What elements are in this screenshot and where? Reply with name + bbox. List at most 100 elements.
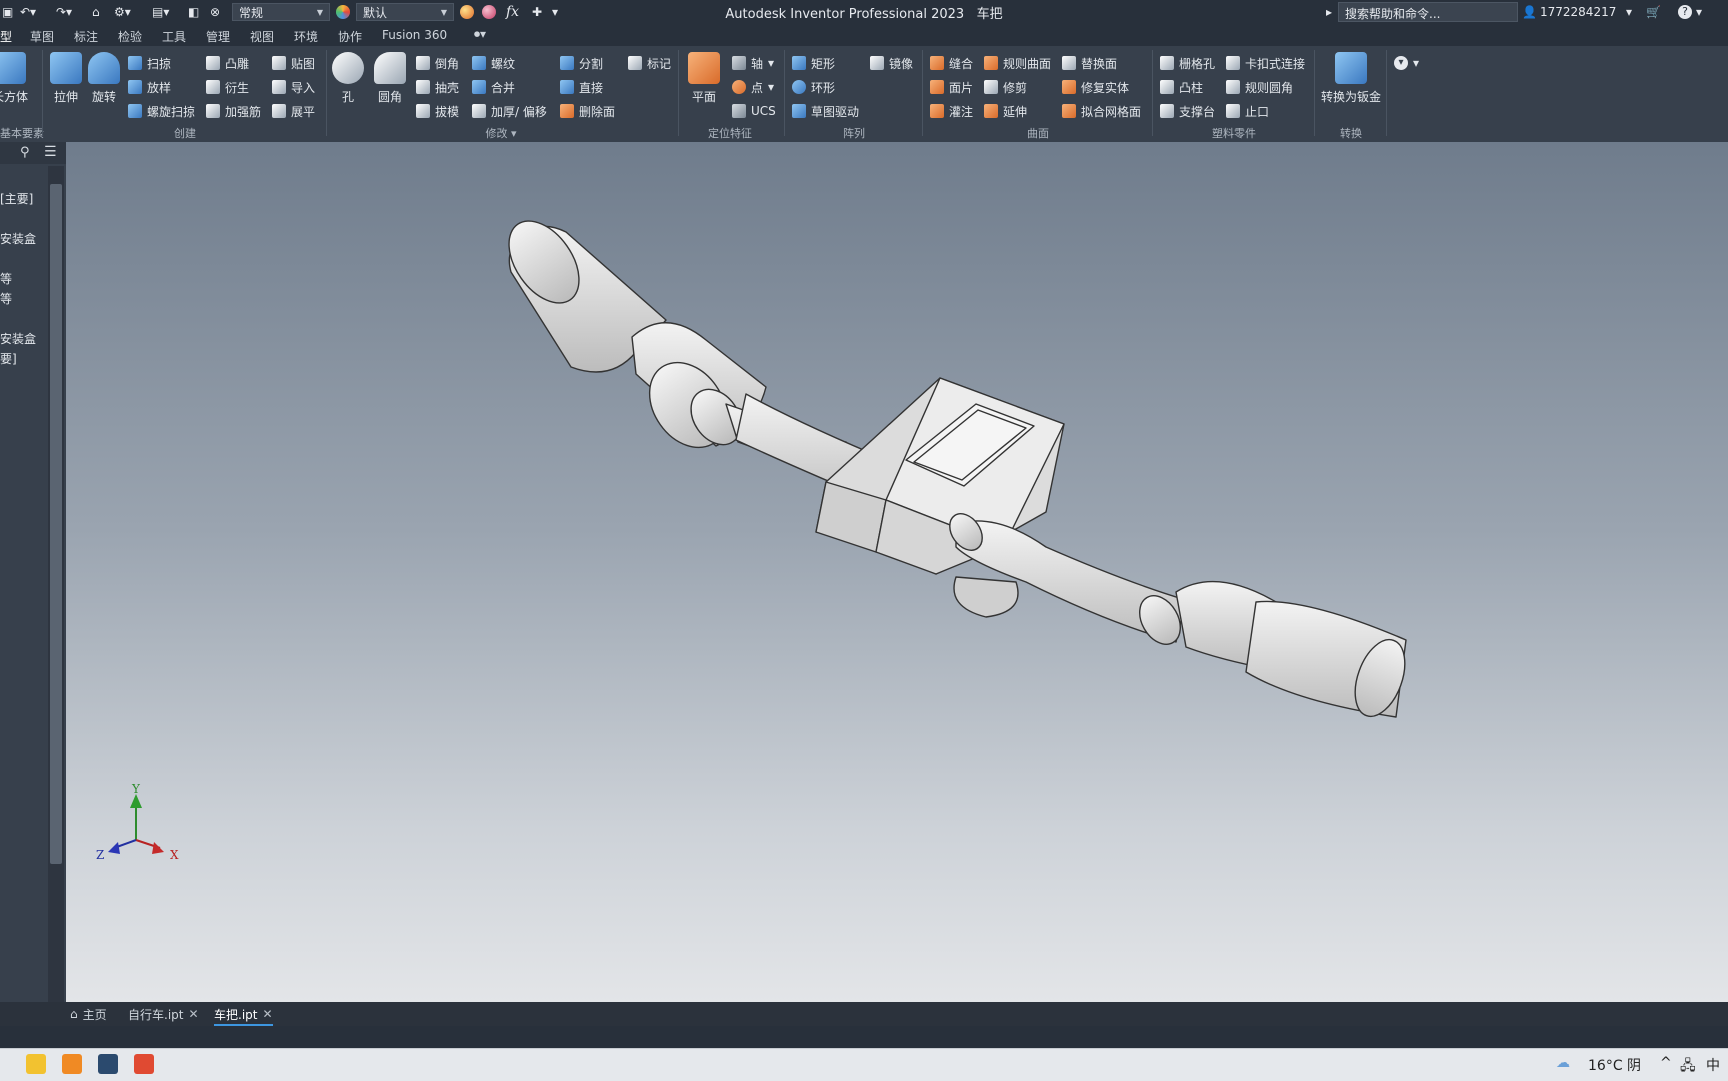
boss-button[interactable]: 凸柱 <box>1160 77 1203 97</box>
select-icon[interactable]: ▤▾ <box>152 3 169 21</box>
add-icon[interactable]: ✚ <box>532 3 542 21</box>
search-icon[interactable]: ⚲ <box>20 145 30 160</box>
loft-button[interactable]: 放样 <box>128 77 171 97</box>
qat-customize-icon[interactable]: ▾ <box>552 3 558 21</box>
convert-to-sheet-metal-button[interactable]: 转换为钣金 <box>1318 52 1384 105</box>
repair-bodies-button[interactable]: 修复实体 <box>1062 77 1129 97</box>
tab-collaborate[interactable]: 协作 <box>338 28 362 45</box>
chamfer-button[interactable]: 倒角 <box>416 53 459 73</box>
cart-icon[interactable]: 🛒 <box>1646 3 1661 21</box>
tab-tools[interactable]: 工具 <box>162 28 186 45</box>
ucs-button[interactable]: UCS <box>732 101 776 121</box>
box-button[interactable]: 长方体 <box>0 52 30 105</box>
ribbon-options-button[interactable]: ▾ ▾ <box>1394 53 1419 73</box>
rest-button[interactable]: 支撑台 <box>1160 101 1215 121</box>
browser-scroll-thumb[interactable] <box>50 184 62 864</box>
browser-item[interactable]: 等 <box>0 290 12 307</box>
mark-button[interactable]: 标记 <box>628 53 671 73</box>
lip-button[interactable]: 止口 <box>1226 101 1269 121</box>
fit-mesh-face-button[interactable]: 拟合网格面 <box>1062 101 1141 121</box>
tab-manage[interactable]: 管理 <box>206 28 230 45</box>
search-expand-icon[interactable]: ▸ <box>1326 3 1332 21</box>
browser-item[interactable]: 要] <box>0 350 17 367</box>
chevron-down-icon[interactable]: ▾ <box>1626 3 1632 21</box>
sweep-button[interactable]: 扫掠 <box>128 53 171 73</box>
ruled-surface-button[interactable]: 规则曲面 <box>984 53 1051 73</box>
mirror-button[interactable]: 镜像 <box>870 53 913 73</box>
extend-button[interactable]: 延伸 <box>984 101 1027 121</box>
graphics-viewport[interactable]: Y X Z <box>66 142 1728 1002</box>
home-icon[interactable]: ⌂ <box>92 3 100 21</box>
color-override-icon[interactable]: ⊗ <box>210 3 220 21</box>
weather-text[interactable]: 16°C 阴 <box>1588 1055 1641 1075</box>
circular-pattern-button[interactable]: 环形 <box>792 77 835 97</box>
sculpt-button[interactable]: 灌注 <box>930 101 973 121</box>
coil-button[interactable]: 螺旋扫掠 <box>128 101 195 121</box>
appearance-combo[interactable]: 常规 ▼ <box>232 3 330 21</box>
sketch-driven-pattern-button[interactable]: 草图驱动 <box>792 101 859 121</box>
emboss-button[interactable]: 凸雕 <box>206 53 249 73</box>
app-orange-icon[interactable] <box>62 1054 82 1074</box>
undo-icon[interactable]: ↶▾ <box>20 3 36 21</box>
tab-home[interactable]: ⌂ 主页 <box>70 1004 107 1024</box>
browser-item[interactable]: 安装盒 <box>0 230 36 247</box>
decal-button[interactable]: 贴图 <box>272 53 315 73</box>
fx-parameters-button[interactable]: fx <box>506 3 519 21</box>
revolve-button[interactable]: 旋转 <box>82 52 126 105</box>
stitch-button[interactable]: 缝合 <box>930 53 973 73</box>
plane-button[interactable]: 平面 <box>682 52 726 105</box>
tab-environments[interactable]: 环境 <box>294 28 318 45</box>
file-explorer-icon[interactable] <box>26 1054 46 1074</box>
help-icon[interactable]: ? ▾ <box>1678 3 1702 21</box>
draft-button[interactable]: 拔模 <box>416 101 459 121</box>
thread-button[interactable]: 螺纹 <box>472 53 515 73</box>
axis-triad[interactable]: Y X Z <box>86 782 186 872</box>
direct-edit-button[interactable]: 直接 <box>560 77 603 97</box>
combine-button[interactable]: 合并 <box>472 77 515 97</box>
browser-item[interactable]: 等 <box>0 270 12 287</box>
import-button[interactable]: 导入 <box>272 77 315 97</box>
hole-button[interactable]: 孔 <box>326 52 370 105</box>
rule-fillet-button[interactable]: 规则圆角 <box>1226 77 1293 97</box>
user-icon[interactable]: 👤 <box>1522 3 1537 21</box>
replace-face-button[interactable]: 替换面 <box>1062 53 1117 73</box>
snap-fit-button[interactable]: 卡扣式连接 <box>1226 53 1305 73</box>
inventor-icon[interactable] <box>98 1054 118 1074</box>
menu-icon[interactable]: ☰ <box>44 144 57 160</box>
panel-label-modify[interactable]: 修改 ▾ <box>476 125 526 141</box>
thicken-button[interactable]: 加厚/ 偏移 <box>472 101 547 121</box>
rib-button[interactable]: 加强筋 <box>206 101 261 121</box>
fillet-button[interactable]: 圆角 <box>368 52 412 105</box>
redo-icon[interactable]: ↷▾ <box>56 3 72 21</box>
chevron-up-icon[interactable]: ^ <box>1660 1055 1672 1071</box>
search-input[interactable]: 搜索帮助和命令... <box>1338 2 1518 22</box>
unwrap-button[interactable]: 展平 <box>272 101 315 121</box>
tab-3d-model[interactable]: 型 <box>0 28 12 45</box>
tab-fusion-360[interactable]: Fusion 360 <box>382 28 447 42</box>
tab-bicycle-ipt[interactable]: 自行车.ipt ✕ <box>128 1004 199 1024</box>
close-icon[interactable]: ✕ <box>262 1007 272 1021</box>
update-icon[interactable]: ⚙▾ <box>114 3 131 21</box>
shell-button[interactable]: 抽壳 <box>416 77 459 97</box>
grill-button[interactable]: 栅格孔 <box>1160 53 1215 73</box>
point-button[interactable]: 点 ▾ <box>732 77 774 97</box>
handlebar-model[interactable] <box>66 142 1728 1002</box>
tab-annotate[interactable]: 标注 <box>74 28 98 45</box>
split-button[interactable]: 分割 <box>560 53 603 73</box>
axis-button[interactable]: 轴 ▾ <box>732 53 774 73</box>
tab-sketch[interactable]: 草图 <box>30 28 54 45</box>
tab-view[interactable]: 视图 <box>250 28 274 45</box>
clear-appearance-icon[interactable] <box>482 3 496 21</box>
user-id[interactable]: 1772284217 <box>1540 3 1616 21</box>
delete-face-button[interactable]: 删除面 <box>560 101 615 121</box>
rectangular-pattern-button[interactable]: 矩形 <box>792 53 835 73</box>
wps-icon[interactable] <box>134 1054 154 1074</box>
appearance-adjust-icon[interactable] <box>460 3 474 21</box>
derive-button[interactable]: 衍生 <box>206 77 249 97</box>
measure-icon[interactable]: ◧ <box>188 3 199 21</box>
save-icon[interactable]: ▣ <box>2 3 13 21</box>
close-icon[interactable]: ✕ <box>188 1007 198 1021</box>
tab-overflow-icon[interactable]: ⏺▾ <box>474 27 486 42</box>
network-icon[interactable]: 🖧 <box>1680 1055 1696 1079</box>
trim-button[interactable]: 修剪 <box>984 77 1027 97</box>
